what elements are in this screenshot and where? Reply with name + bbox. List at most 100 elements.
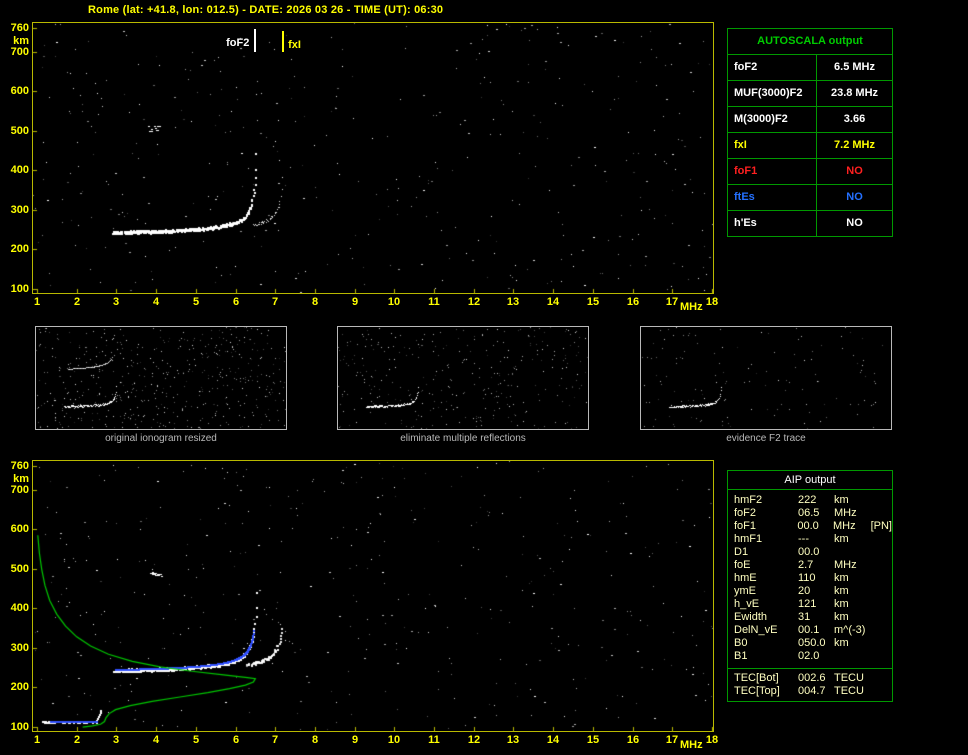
aip-param-label: hmF2	[734, 494, 763, 506]
main-ionogram-plot	[32, 22, 714, 294]
thumbnail-eliminate-reflections	[337, 326, 589, 430]
autoscala-param-label: M(3000)F2	[728, 107, 817, 132]
autoscala-table-rows: foF2 6.5 MHz MUF(3000)F2 23.8 MHz M(3000)F2 3…	[728, 55, 892, 236]
y-tick-main-760: 760	[10, 22, 29, 34]
x-tick-main-10: 10	[387, 296, 401, 308]
x-tick-profile-18: 18	[705, 734, 719, 746]
aip-param-note	[872, 494, 892, 507]
y-tick-profile-600: 600	[10, 523, 29, 535]
autoscala-param-label: MUF(3000)F2	[728, 81, 817, 106]
aip-param-note	[872, 650, 892, 663]
aip-param-note: [PN]	[870, 520, 892, 532]
aip-param-value: 00.0	[797, 520, 819, 532]
x-tick-main-14: 14	[546, 296, 560, 308]
x-tick-main-9: 9	[351, 296, 359, 308]
thumbnail-eliminate-canvas	[338, 327, 588, 429]
aip-row-hmf1: hmF1 --- km	[728, 533, 892, 546]
fxI-marker-line	[282, 31, 285, 52]
aip-param-value: 222	[798, 494, 817, 506]
autoscala-param-value: NO	[846, 217, 863, 229]
aip-row-ewidth: Ewidth 31 km	[728, 611, 892, 624]
aip-param-note	[872, 598, 892, 611]
x-tick-profile-9: 9	[351, 734, 359, 746]
y-axis-unit-main: km	[13, 35, 29, 47]
foF2-marker-line	[254, 29, 257, 52]
autoscala-row-fof2: foF2 6.5 MHz	[728, 55, 892, 81]
aip-row-hme: hmE 110 km	[728, 572, 892, 585]
aip-param-unit: km	[834, 533, 849, 545]
aip-param-note	[872, 611, 892, 624]
autoscala-param-label: ftEs	[728, 185, 817, 210]
autoscala-table-title: AUTOSCALA output	[728, 29, 892, 55]
y-tick-profile-300: 300	[10, 642, 29, 654]
autoscala-param-label: foF1	[728, 159, 817, 184]
y-tick-main-500: 500	[10, 125, 29, 137]
aip-param-value: 00.0	[798, 546, 820, 558]
x-tick-main-2: 2	[73, 296, 81, 308]
x-tick-profile-13: 13	[506, 734, 520, 746]
x-tick-profile-16: 16	[626, 734, 640, 746]
aip-param-unit	[834, 546, 872, 559]
aip-param-unit: km	[834, 585, 849, 597]
aip-param-label: B0	[734, 637, 748, 649]
x-tick-main-12: 12	[467, 296, 481, 308]
aip-param-value: 2.7	[798, 559, 814, 571]
x-tick-main-18: 18	[705, 296, 719, 308]
thumbnail-caption-original: original ionogram resized	[105, 433, 217, 444]
aip-param-note	[872, 507, 892, 520]
aip-param-note	[872, 559, 892, 572]
x-tick-profile-2: 2	[73, 734, 81, 746]
aip-param-value: 00.1	[798, 624, 820, 636]
aip-param-note	[872, 546, 892, 559]
autoscala-window: Rome (lat: +41.8, lon: 012.5) - DATE: 20…	[0, 0, 968, 755]
aip-param-value: 110	[798, 572, 816, 584]
autoscala-param-value: 6.5 MHz	[834, 61, 875, 73]
aip-row-tectop: TEC[Top] 004.7 TECU	[728, 685, 892, 698]
x-tick-profile-8: 8	[311, 734, 319, 746]
x-tick-main-11: 11	[428, 296, 440, 308]
autoscala-param-label: foF2	[728, 55, 817, 80]
x-tick-profile-15: 15	[586, 734, 600, 746]
y-tick-profile-200: 200	[10, 681, 29, 693]
aip-param-note	[872, 585, 892, 598]
aip-param-unit: MHz	[834, 559, 857, 571]
aip-param-unit: TECU	[834, 672, 864, 684]
x-tick-main-3: 3	[112, 296, 120, 308]
aip-param-unit: MHz	[832, 520, 856, 532]
thumbnail-caption-evidence: evidence F2 trace	[726, 433, 806, 444]
aip-param-value: 050.0	[798, 637, 826, 649]
x-tick-main-6: 6	[232, 296, 240, 308]
autoscala-output-table: AUTOSCALA output foF2 6.5 MHz MUF(3000)F2 2…	[727, 28, 893, 237]
aip-param-label: B1	[734, 650, 748, 662]
y-axis-unit-profile: km	[13, 473, 29, 485]
y-tick-profile-100: 100	[10, 721, 29, 733]
y-tick-profile-500: 500	[10, 563, 29, 575]
aip-param-value: 20	[798, 585, 811, 597]
x-tick-profile-1: 1	[33, 734, 41, 746]
aip-param-label: hmE	[734, 572, 757, 584]
thumbnail-caption-eliminate: eliminate multiple reflections	[400, 433, 526, 444]
thumbnail-evidence-f2-trace	[640, 326, 892, 430]
aip-row-b1: B1 02.0	[728, 650, 892, 663]
x-tick-main-15: 15	[586, 296, 600, 308]
aip-param-label: DelN_vE	[734, 624, 778, 636]
autoscala-row-m3000f2: M(3000)F2 3.66	[728, 107, 892, 133]
aip-param-value: ---	[798, 533, 809, 545]
x-tick-profile-4: 4	[152, 734, 160, 746]
aip-param-unit: km	[834, 572, 849, 584]
aip-param-unit: km	[834, 494, 849, 506]
autoscala-param-value: NO	[846, 191, 863, 203]
aip-param-value: 06.5	[798, 507, 820, 519]
x-tick-profile-5: 5	[192, 734, 200, 746]
aip-param-label: ymE	[734, 585, 756, 597]
aip-param-note	[872, 533, 892, 546]
autoscala-param-value: NO	[846, 165, 863, 177]
aip-param-label: foF1	[734, 520, 757, 532]
aip-table-title: AIP output	[728, 471, 892, 490]
x-tick-main-8: 8	[311, 296, 319, 308]
x-axis-unit-profile: MHz	[680, 739, 703, 751]
aip-row-fof2: foF2 06.5 MHz	[728, 507, 892, 520]
autoscala-row-hes: h'Es NO	[728, 211, 892, 236]
aip-param-label: h_vE	[734, 598, 760, 610]
autoscala-param-value: 23.8 MHz	[830, 87, 879, 99]
